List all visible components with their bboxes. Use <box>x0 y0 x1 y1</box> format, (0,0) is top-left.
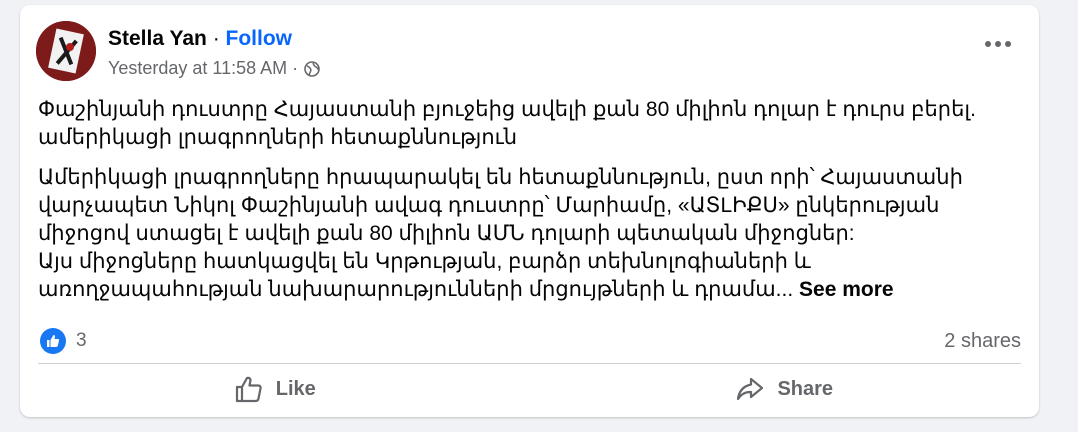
post-body: Ամերիկացի լրագրողները հրապարակել են հետա… <box>38 164 1018 304</box>
like-reaction-icon <box>40 328 66 354</box>
post-timestamp[interactable]: Yesterday at 11:58 AM <box>108 58 287 79</box>
follow-button[interactable]: Follow <box>226 27 293 50</box>
avatar[interactable] <box>36 21 96 81</box>
thumbs-up-icon <box>235 376 262 403</box>
post-text: Փաշինյանի դուստրը Հայաստանի բյուջեից ավե… <box>38 96 1018 304</box>
share-label: Share <box>777 377 834 400</box>
share-button[interactable]: Share <box>530 367 1040 411</box>
see-more-link[interactable]: See more <box>799 278 894 301</box>
name-separator: · <box>212 27 220 50</box>
more-options-icon[interactable] <box>985 41 1011 47</box>
post-card: Stella Yan · Follow Yesterday at 11:58 A… <box>20 5 1039 417</box>
like-button[interactable]: Like <box>20 367 530 411</box>
post-meta: Yesterday at 11:58 AM · <box>108 58 320 79</box>
post-headline: Փաշինյանի դուստրը Հայաստանի բյուջեից ավե… <box>38 98 976 149</box>
share-arrow-icon <box>737 377 764 401</box>
globe-icon[interactable] <box>304 60 320 77</box>
author-row: Stella Yan · Follow <box>108 26 292 52</box>
like-label: Like <box>275 377 316 400</box>
reaction-summary[interactable]: 3 <box>40 328 87 354</box>
post-body-paragraph-1: Ամերիկացի լրագրողները հրապարակել են հետա… <box>38 166 963 245</box>
shares-count[interactable]: 2 shares <box>944 330 1021 353</box>
avatar-image <box>36 21 96 81</box>
author-name[interactable]: Stella Yan <box>108 27 207 50</box>
post-body-paragraph-2: Այս միջոցները հատկացվել են Կրթության, բա… <box>38 250 811 301</box>
action-bar: Like Share <box>20 367 1039 411</box>
action-divider <box>38 363 1021 364</box>
reaction-count: 3 <box>76 330 87 351</box>
meta-separator: · <box>292 58 299 78</box>
